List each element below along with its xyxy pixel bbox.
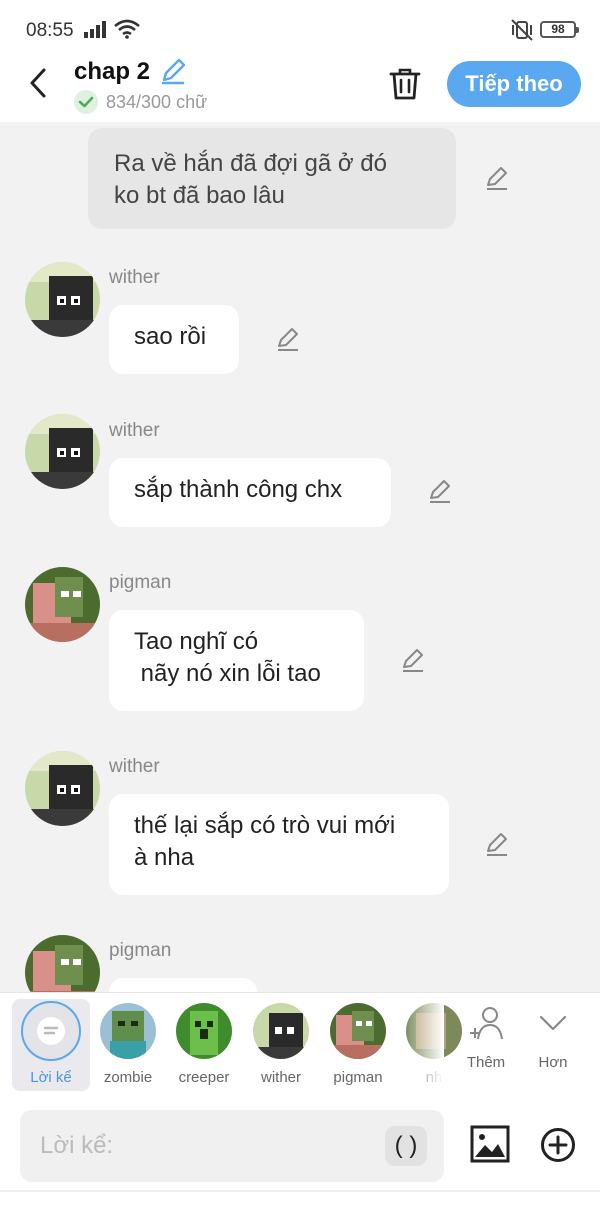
add-person-icon: [470, 1007, 503, 1040]
edit-message-icon[interactable]: [484, 166, 510, 192]
speaker-name: pigman: [109, 940, 172, 961]
avatar-wither[interactable]: [25, 751, 100, 826]
avatar-wither: [253, 1003, 309, 1059]
chapter-title: chap 2: [74, 58, 151, 85]
character-label: creeper: [178, 1069, 230, 1086]
wifi-icon: [114, 19, 140, 39]
avatar-pigman[interactable]: [25, 567, 100, 642]
message-line: ko bt đã bao lâu: [114, 182, 285, 209]
speaker-name: wither: [109, 420, 160, 441]
edit-message-icon[interactable]: [400, 648, 426, 674]
edit-message-icon[interactable]: [427, 479, 453, 505]
narrator-selector[interactable]: Lời kể: [12, 999, 90, 1091]
message-line: à nha: [134, 844, 195, 871]
message-line: sắp thành công chx: [134, 476, 343, 503]
avatar-wither[interactable]: [25, 414, 100, 489]
vibrate-off-icon: [511, 19, 533, 41]
character-wither[interactable]: wither: [245, 1001, 317, 1086]
edit-message-icon[interactable]: [275, 327, 301, 353]
narration-icon: [37, 1017, 65, 1045]
message-line: Tao nghĩ có: [134, 628, 259, 655]
character-pigman[interactable]: pigman: [322, 1001, 394, 1086]
trash-icon[interactable]: [388, 66, 422, 102]
message-input[interactable]: [20, 1110, 444, 1182]
message-bubble[interactable]: Tao nghĩ có nãy nó xin lỗi tao: [109, 610, 364, 711]
character-zombie[interactable]: zombie: [92, 1001, 164, 1086]
edit-title-icon[interactable]: [158, 56, 188, 86]
chat-area[interactable]: Ra về hắn đã đợi gã ở đó ko bt đã bao lâ…: [0, 122, 600, 992]
scroll-fade: [404, 993, 444, 1093]
more-button[interactable]: Hơn: [523, 1005, 583, 1071]
next-button[interactable]: Tiếp theo: [447, 61, 581, 107]
avatar-pigman[interactable]: [25, 935, 100, 992]
plus-circle-icon[interactable]: [540, 1127, 576, 1163]
character-label: zombie: [103, 1069, 153, 1086]
add-character-label: Thêm: [466, 1054, 506, 1071]
speaker-name: pigman: [109, 572, 172, 593]
message-line: thế lại sắp có trò vui mới: [134, 812, 396, 839]
message-line: Ra về hắn đã đợi gã ở đó: [114, 150, 387, 177]
input-bar: ( ): [0, 1100, 600, 1215]
status-time: 08:55: [26, 20, 74, 41]
avatar-wither[interactable]: [25, 262, 100, 337]
avatar-creeper: [176, 1003, 232, 1059]
word-count: 834/300 chữ: [106, 92, 208, 112]
status-bar: 08:55 98: [0, 0, 600, 54]
speaker-name: wither: [109, 267, 160, 288]
more-label: Hơn: [538, 1054, 568, 1071]
back-arrow-icon[interactable]: [24, 66, 54, 100]
chevron-down-icon: [539, 1015, 567, 1031]
message-bubble[interactable]: sắp thành công chx: [109, 458, 391, 527]
edit-message-icon[interactable]: [484, 832, 510, 858]
image-icon[interactable]: [470, 1124, 510, 1164]
message-bubble[interactable]: [109, 978, 257, 992]
message-line: nãy nó xin lỗi tao: [134, 660, 321, 687]
narrator-avatar: [21, 1001, 81, 1061]
divider: [0, 1190, 600, 1192]
message-line: sao rồi: [134, 323, 207, 350]
battery-indicator: 98: [540, 21, 579, 38]
character-creeper[interactable]: creeper: [168, 1001, 240, 1086]
avatar-zombie: [100, 1003, 156, 1059]
message-bubble[interactable]: sao rồi: [109, 305, 239, 374]
narration-bubble[interactable]: Ra về hắn đã đợi gã ở đó ko bt đã bao lâ…: [88, 128, 456, 229]
character-selector: Lời kể zombie creeper wither pigman nh: [0, 992, 600, 1100]
character-label: wither: [260, 1069, 301, 1086]
header: chap 2 834/300 chữ Tiếp theo: [0, 54, 600, 122]
parenthesis-button[interactable]: ( ): [385, 1126, 427, 1166]
add-character-button[interactable]: Thêm: [456, 1005, 516, 1071]
character-label: pigman: [333, 1069, 383, 1086]
narrator-label: Lời kể: [30, 1069, 72, 1086]
message-bubble[interactable]: thế lại sắp có trò vui mới à nha: [109, 794, 449, 895]
avatar-pigman: [330, 1003, 386, 1059]
signal-icon: [84, 21, 106, 38]
check-icon: [74, 90, 98, 114]
speaker-name: wither: [109, 756, 160, 777]
